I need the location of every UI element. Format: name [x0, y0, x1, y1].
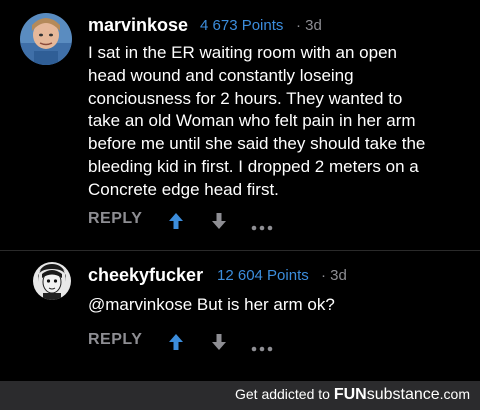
- brand-substance: substance: [366, 386, 440, 403]
- reply-button[interactable]: REPLY: [88, 331, 142, 349]
- comment-body: I sat in the ER waiting room with an ope…: [88, 42, 425, 202]
- comment-1: marvinkose 4 673 Points · 3d I sat in th…: [0, 0, 480, 240]
- points: 4 673 Points: [200, 17, 284, 34]
- username[interactable]: marvinkose: [88, 15, 188, 36]
- comment-actions: REPLY: [88, 331, 468, 355]
- timestamp: · 3d: [296, 17, 322, 34]
- avatar-photo: [33, 262, 71, 300]
- footer-bar: Get addicted to FUNsubstance.com: [0, 381, 480, 410]
- brand-fun: FUN: [333, 386, 367, 403]
- comment-line: Concrete edge head first.: [88, 179, 279, 199]
- comment-2: cheekyfucker 12 604 Points · 3d @marvink…: [0, 251, 480, 376]
- comment-line: head wound and constantly loseing: [88, 65, 354, 85]
- username[interactable]: cheekyfucker: [88, 265, 203, 286]
- more-dots-icon[interactable]: [251, 218, 273, 236]
- brand-domain: .com: [439, 386, 470, 402]
- comment-line: bleeding kid in first. I dropped 2 meter…: [88, 156, 419, 176]
- timestamp: · 3d: [321, 267, 347, 284]
- arrow-down-icon[interactable]: [211, 333, 227, 356]
- comment-line: before me until she said they should tak…: [88, 134, 426, 154]
- reply-button[interactable]: REPLY: [88, 210, 142, 228]
- arrow-up-icon[interactable]: [168, 333, 184, 356]
- footer-tagline: Get addicted to: [234, 386, 334, 402]
- arrow-down-icon[interactable]: [211, 212, 227, 235]
- arrow-up-icon[interactable]: [168, 212, 184, 235]
- footer-watermark: Get addicted to FUNsubstance.com: [235, 386, 470, 404]
- avatar-photo: [20, 13, 72, 65]
- comment-body: @marvinkose But is her arm ok?: [88, 294, 335, 317]
- comment-line: I sat in the ER waiting room with an ope…: [88, 43, 397, 62]
- more-dots-icon[interactable]: [251, 339, 273, 357]
- comment-line: conciousness for 2 hours. They wanted to: [88, 88, 403, 108]
- comment-line: @marvinkose But is her arm ok?: [88, 295, 335, 314]
- comment-actions: REPLY: [88, 210, 468, 234]
- comment-line: take an old Woman who felt pain in her a…: [88, 111, 416, 131]
- avatar[interactable]: [20, 13, 72, 65]
- avatar[interactable]: [33, 262, 71, 300]
- points: 12 604 Points: [217, 267, 309, 284]
